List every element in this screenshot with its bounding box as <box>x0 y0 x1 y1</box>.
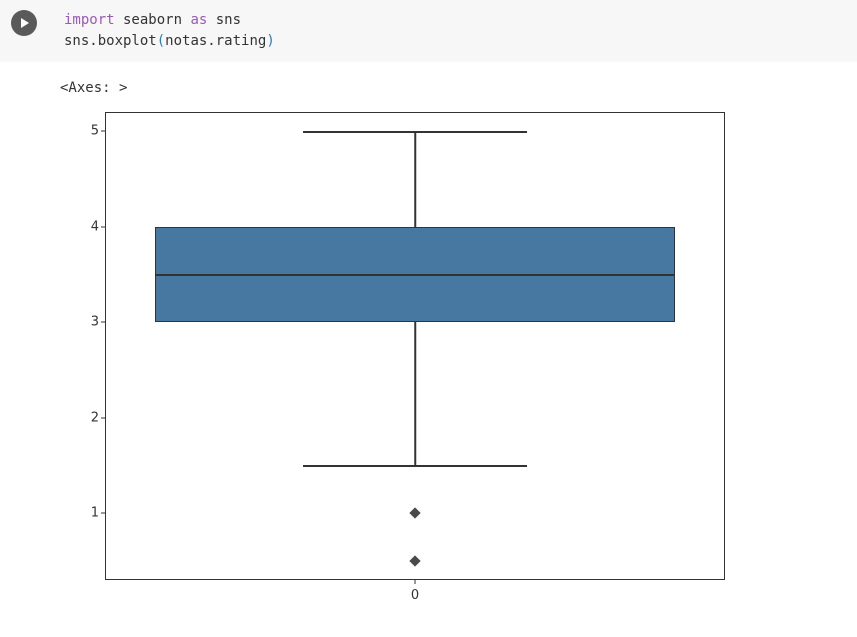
module-name: seaborn <box>115 12 191 28</box>
x-tick-mark <box>415 580 416 584</box>
paren-open: ( <box>157 33 165 49</box>
code-input[interactable]: import seaborn as sns sns.boxplot(notas.… <box>48 0 857 62</box>
y-tick-mark <box>101 226 105 227</box>
median-line <box>155 274 676 276</box>
output-repr: <Axes: > <box>60 80 857 96</box>
whisker-upper <box>414 131 416 227</box>
y-tick-mark <box>101 322 105 323</box>
paren-close: ) <box>266 33 274 49</box>
boxplot-chart: 1 2 3 4 5 0 <box>60 104 740 614</box>
keyword-import: import <box>64 12 115 28</box>
y-tick-mark <box>101 417 105 418</box>
play-icon <box>11 10 37 36</box>
alias-name: sns <box>207 12 241 28</box>
y-tick-mark <box>101 513 105 514</box>
code-cell: import seaborn as sns sns.boxplot(notas.… <box>0 0 857 62</box>
keyword-as: as <box>190 12 207 28</box>
argument: notas.rating <box>165 33 266 49</box>
cap-upper <box>303 131 527 133</box>
y-tick-mark <box>101 131 105 132</box>
x-tick-label: 0 <box>411 588 419 603</box>
run-button[interactable] <box>0 0 48 48</box>
cap-lower <box>303 465 527 467</box>
y-tick-label: 1 <box>85 506 99 521</box>
y-tick-label: 3 <box>85 315 99 330</box>
whisker-lower <box>414 322 416 465</box>
function-call: sns.boxplot <box>64 33 157 49</box>
y-tick-label: 5 <box>85 124 99 139</box>
y-tick-label: 4 <box>85 219 99 234</box>
y-tick-label: 2 <box>85 410 99 425</box>
output-area: <Axes: > 1 2 3 4 5 0 <box>0 62 857 614</box>
